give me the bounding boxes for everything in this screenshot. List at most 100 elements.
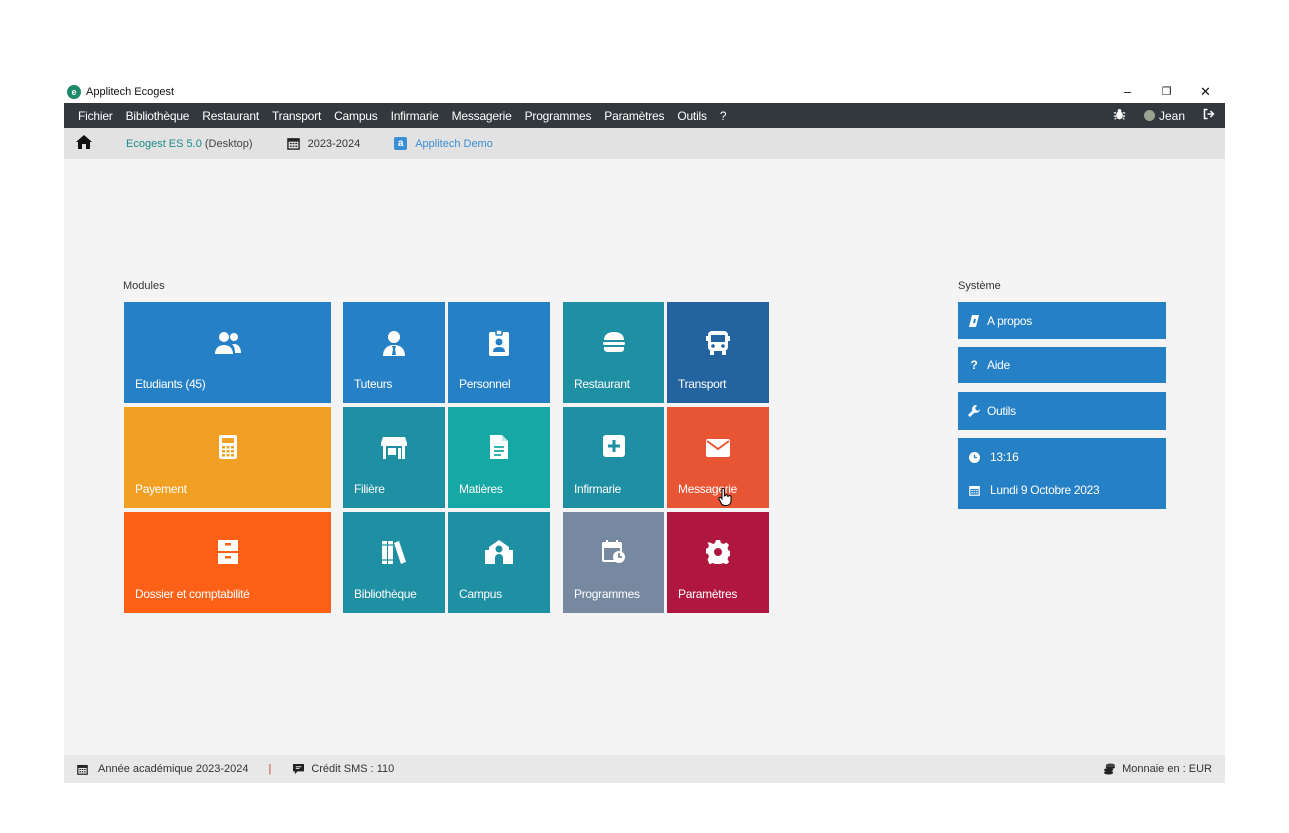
logout-icon[interactable] <box>1203 108 1215 123</box>
applitech-logo-icon: a <box>394 137 408 150</box>
about-button[interactable]: A propos <box>958 302 1166 339</box>
tile-payement[interactable]: Payement <box>124 407 331 508</box>
tile-label: Personnel <box>459 377 511 391</box>
version-name: Ecogest ES 5.0 <box>126 137 202 150</box>
calendar-icon <box>77 764 88 775</box>
app-logo-icon: e <box>67 84 81 99</box>
year-selector[interactable]: 2023-2024 <box>286 137 361 150</box>
calendar-icon <box>286 137 300 150</box>
coins-icon <box>1104 763 1116 775</box>
academic-year: Année académique 2023-2024 <box>98 763 249 775</box>
info-bar: Ecogest ES 5.0 (Desktop) 2023-2024 a App… <box>64 128 1225 159</box>
tile-label: Transport <box>678 377 727 391</box>
tile-label: Paramètres <box>678 587 738 601</box>
gear-icon <box>667 540 769 568</box>
menu-transport[interactable]: Transport <box>272 109 321 123</box>
tile-label: Filière <box>354 482 385 496</box>
sms-icon <box>293 763 305 775</box>
calendar-clock-icon <box>563 540 664 568</box>
restore-button[interactable]: ❐ <box>1147 80 1186 103</box>
tile-label: Tuteurs <box>354 377 393 391</box>
books-icon <box>343 540 445 568</box>
app-window: e Applitech Ecogest – ❐ ✕ Fichier Biblio… <box>64 80 1225 783</box>
calculator-icon <box>124 435 331 463</box>
file-icon <box>448 435 550 463</box>
version-suffix: (Desktop) <box>204 137 253 150</box>
user-avatar-icon <box>1143 110 1155 121</box>
tile-label: Bibliothèque <box>354 587 417 601</box>
menu-programmes[interactable]: Programmes <box>525 109 592 123</box>
tile-bibliotheque[interactable]: Bibliothèque <box>343 512 445 613</box>
status-bar: Année académique 2023-2024 | Crédit SMS … <box>64 755 1225 783</box>
tile-restaurant[interactable]: Restaurant <box>563 302 664 403</box>
wrench-icon <box>967 405 981 417</box>
applitech-icon <box>967 314 981 327</box>
tile-label: Infirmarie <box>574 482 622 496</box>
hamburger-icon <box>563 330 664 358</box>
plus-square-icon <box>563 435 664 463</box>
help-label: Aide <box>987 358 1010 372</box>
tile-programmes[interactable]: Programmes <box>563 512 664 613</box>
tile-etudiants[interactable]: Etudiants (45) <box>124 302 331 403</box>
minimize-button[interactable]: – <box>1108 80 1147 103</box>
tile-label: Dossier et comptabilité <box>135 587 250 601</box>
clock-icon <box>967 451 981 463</box>
tile-label: Programmes <box>574 587 640 601</box>
menu-bibliotheque[interactable]: Bibliothèque <box>126 109 190 123</box>
question-icon: ? <box>970 358 978 372</box>
menu-bar: Fichier Bibliothèque Restaurant Transpor… <box>64 103 1225 128</box>
users-icon <box>124 330 331 358</box>
tile-tuteurs[interactable]: Tuteurs <box>343 302 445 403</box>
menu-messagerie[interactable]: Messagerie <box>452 109 512 123</box>
sms-credit: Crédit SMS : 110 <box>311 763 395 775</box>
system-label: Système <box>958 280 1001 292</box>
school-icon <box>448 540 550 568</box>
currency: Monnaie en : EUR <box>1122 763 1212 775</box>
menu-parametres[interactable]: Paramètres <box>604 109 664 123</box>
menu-fichier[interactable]: Fichier <box>78 109 113 123</box>
bus-icon <box>667 330 769 358</box>
title-bar: e Applitech Ecogest – ❐ ✕ <box>64 80 1225 103</box>
help-button[interactable]: ? Aide <box>958 347 1166 383</box>
user-name[interactable]: Jean <box>1159 109 1185 123</box>
tile-matieres[interactable]: Matières <box>448 407 550 508</box>
window-title: Applitech Ecogest <box>86 85 175 98</box>
status-separator: | <box>268 763 272 775</box>
tile-transport[interactable]: Transport <box>667 302 769 403</box>
menu-infirmarie[interactable]: Infirmarie <box>391 109 439 123</box>
user-tie-icon <box>343 330 445 358</box>
tile-personnel[interactable]: Personnel <box>448 302 550 403</box>
menu-restaurant[interactable]: Restaurant <box>202 109 259 123</box>
hand-cursor-icon <box>718 487 732 511</box>
tile-label: Restaurant <box>574 377 630 391</box>
archive-icon <box>124 540 331 568</box>
school-year: 2023-2024 <box>307 137 361 150</box>
tile-label: Campus <box>459 587 502 601</box>
envelope-icon <box>667 435 769 463</box>
calendar-icon <box>967 485 981 496</box>
menu-campus[interactable]: Campus <box>334 109 378 123</box>
tile-dossier-comptabilite[interactable]: Dossier et comptabilité <box>124 512 331 613</box>
tile-parametres[interactable]: Paramètres <box>667 512 769 613</box>
school-name[interactable]: a Applitech Demo <box>394 137 493 150</box>
modules-label: Modules <box>123 280 165 292</box>
clock-date: Lundi 9 Octobre 2023 <box>990 483 1100 497</box>
menu-outils[interactable]: Outils <box>677 109 707 123</box>
tile-label: Payement <box>135 482 187 496</box>
tile-label: Matières <box>459 482 503 496</box>
menu-help[interactable]: ? <box>720 109 727 123</box>
about-label: A propos <box>987 313 1032 328</box>
home-icon[interactable] <box>76 135 94 152</box>
tile-filiere[interactable]: Filière <box>343 407 445 508</box>
tile-infirmarie[interactable]: Infirmarie <box>563 407 664 508</box>
version-info: Ecogest ES 5.0 (Desktop) <box>126 138 253 150</box>
tile-label: Etudiants (45) <box>135 377 206 391</box>
tools-button[interactable]: Outils <box>958 392 1166 430</box>
tools-label: Outils <box>987 404 1016 418</box>
id-badge-icon <box>448 330 550 358</box>
bug-icon[interactable] <box>1113 108 1126 124</box>
clock-time: 13:16 <box>990 450 1019 464</box>
tile-campus[interactable]: Campus <box>448 512 550 613</box>
close-button[interactable]: ✕ <box>1186 80 1225 103</box>
store-icon <box>343 435 445 463</box>
